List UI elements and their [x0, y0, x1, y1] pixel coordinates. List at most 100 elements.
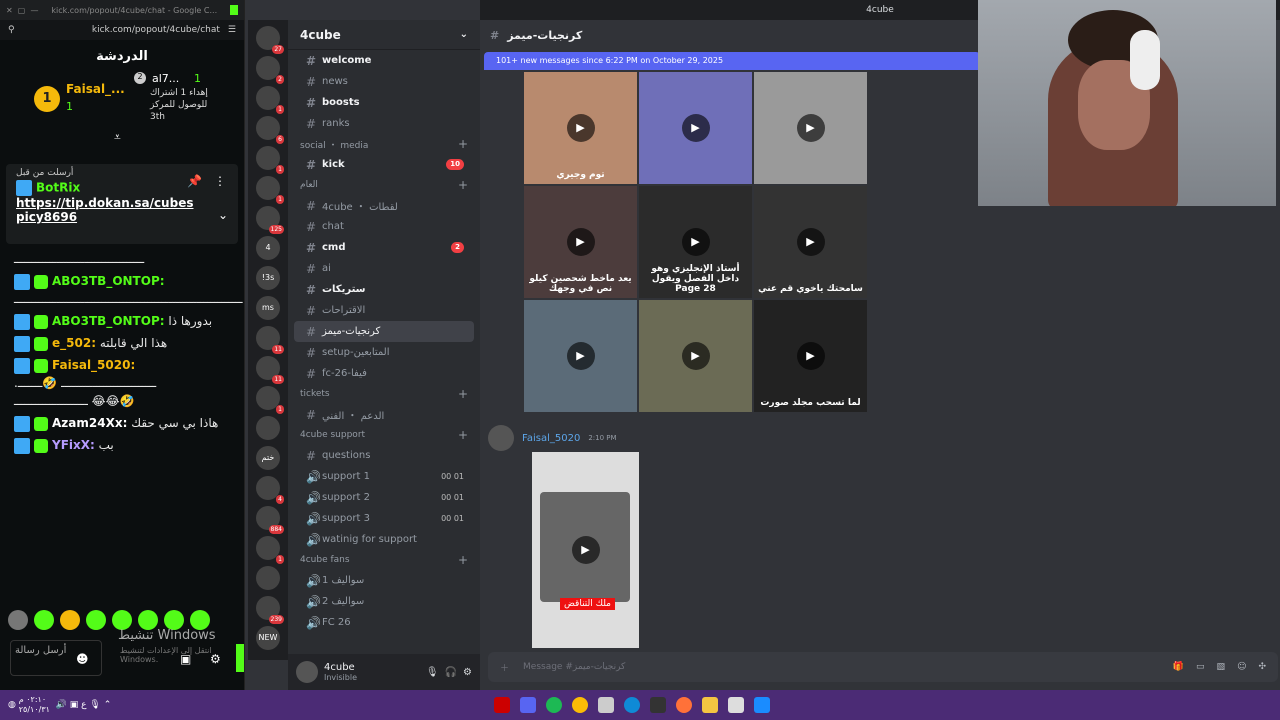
channel-category[interactable]: العام +	[288, 175, 480, 195]
channel-category[interactable]: 4cube fans +	[288, 550, 480, 570]
emoji-icon[interactable]: ☺	[1237, 662, 1246, 672]
address-bar[interactable]: ⚲ kick.com/popout/4cube/chat ☰	[0, 20, 244, 40]
text-channel[interactable]: # boosts	[294, 92, 474, 113]
text-channel[interactable]: # setup-المتابعين	[294, 342, 474, 363]
emote-icon[interactable]	[112, 610, 132, 630]
chat-username[interactable]: ABO3TB_ONTOP:	[52, 314, 165, 328]
chat-username[interactable]: YFixX:	[52, 438, 95, 452]
emote-icon[interactable]	[164, 610, 184, 630]
add-channel-icon[interactable]: +	[458, 387, 468, 401]
text-channel[interactable]: #4cube ・ لقطات	[294, 195, 474, 216]
avatar[interactable]	[296, 661, 318, 683]
voice-channel[interactable]: 🔊 watinig for support	[294, 529, 474, 550]
spotify-app-icon[interactable]	[546, 697, 562, 713]
play-icon[interactable]: ▶	[566, 228, 595, 256]
author-name[interactable]: Faisal_5020	[522, 433, 580, 444]
emote-icon[interactable]	[60, 610, 80, 630]
discord-app-icon[interactable]	[520, 697, 536, 713]
close-window-icon[interactable]: ✕	[6, 6, 13, 15]
play-icon[interactable]: ▶	[796, 342, 825, 370]
app-icon[interactable]	[598, 697, 614, 713]
server-icon[interactable]: 125	[256, 206, 284, 234]
play-icon[interactable]: ▶	[796, 114, 825, 142]
emoji-icon[interactable]: ☻	[76, 652, 89, 666]
text-channel[interactable]: # kick 10	[294, 154, 474, 175]
text-channel[interactable]: # cmd 2	[294, 237, 474, 258]
text-channel[interactable]: # chat	[294, 216, 474, 237]
emote-icon[interactable]	[86, 610, 106, 630]
server-icon[interactable]: 1	[256, 146, 284, 174]
server-icon[interactable]: 1	[256, 176, 284, 204]
app-icon[interactable]	[494, 697, 510, 713]
minimize-icon[interactable]: —	[30, 6, 38, 15]
server-icon[interactable]: NEW	[256, 626, 280, 650]
play-icon[interactable]: ▶	[796, 228, 825, 256]
server-icon[interactable]: 239	[256, 596, 284, 624]
server-icon[interactable]	[256, 416, 280, 440]
text-channel[interactable]: # ranks	[294, 113, 474, 134]
server-icon[interactable]: 27	[256, 26, 284, 54]
play-icon[interactable]: ▶	[566, 342, 595, 370]
app-icon[interactable]	[650, 697, 666, 713]
video-tile[interactable]: ▶	[754, 72, 867, 184]
server-icon[interactable]	[256, 566, 280, 590]
play-icon[interactable]: ▶	[681, 342, 710, 370]
chat-username[interactable]: ABO3TB_ONTOP:	[52, 274, 165, 288]
gift-icon[interactable]: 🎁	[1173, 662, 1184, 672]
add-channel-icon[interactable]: +	[458, 137, 468, 151]
server-icon[interactable]: 6	[256, 116, 284, 144]
avatar[interactable]	[488, 425, 514, 451]
new-messages-bar[interactable]: 101+ new messages since 6:22 PM on Octob…	[484, 52, 980, 70]
video-tile[interactable]: ▶ أستاذ الإنجليزي وهو داخل الفصل ويقول Pa…	[639, 186, 752, 298]
text-channel[interactable]: # الاقتراحات	[294, 300, 474, 321]
server-header[interactable]: 4cube ⌄	[288, 20, 480, 50]
emote-icon[interactable]	[138, 610, 158, 630]
add-channel-icon[interactable]: +	[458, 178, 468, 192]
text-channel[interactable]: # كرنجيات-ميمز	[294, 321, 474, 342]
mic-icon[interactable]: 🎙	[89, 700, 100, 710]
server-icon[interactable]: 1	[256, 536, 284, 564]
voice-channel[interactable]: 🔊 سواليف 2	[294, 591, 474, 612]
sticker-icon[interactable]: ▧	[1217, 662, 1226, 672]
video-tile[interactable]: ▶	[524, 300, 637, 412]
voice-channel[interactable]: 🔊 support 2 00 01	[294, 487, 474, 508]
channel-category[interactable]: tickets +	[288, 384, 480, 404]
channel-category[interactable]: social ・ media +	[288, 134, 480, 154]
language-icon[interactable]: ع	[81, 700, 86, 710]
server-icon[interactable]: ختم	[256, 446, 280, 470]
gear-icon[interactable]: ⚙	[463, 667, 472, 678]
explorer-app-icon[interactable]	[702, 697, 718, 713]
collapse-icon[interactable]: ⩡	[114, 130, 121, 145]
notification-icon[interactable]: ◍	[8, 700, 16, 710]
chrome-app-icon[interactable]	[572, 697, 588, 713]
server-icon[interactable]: ms	[256, 296, 280, 320]
chat-username[interactable]: Azam24Xx:	[52, 416, 127, 430]
server-icon[interactable]: 2	[256, 56, 284, 84]
pinned-link[interactable]: https://tip.dokan.sa/cubespicy8696	[16, 196, 201, 224]
voice-channel[interactable]: 🔊 support 1 00 01	[294, 466, 474, 487]
message-composer[interactable]: ＋ Message #كرنجيات-ميمز 🎁 ▭ ▧ ☺ ✣	[488, 652, 1278, 682]
server-icon[interactable]: 884	[256, 506, 284, 534]
text-channel[interactable]: # ai	[294, 258, 474, 279]
server-icon[interactable]: !3s	[256, 266, 280, 290]
plus-icon[interactable]: ＋	[500, 661, 509, 674]
emote-icon[interactable]	[34, 610, 54, 630]
play-icon[interactable]: ▶	[571, 536, 600, 564]
extension-icon[interactable]	[230, 5, 238, 15]
pinned-user[interactable]: BotRix	[36, 181, 80, 195]
video-tile[interactable]: ▶	[639, 72, 752, 184]
edge-app-icon[interactable]	[624, 697, 640, 713]
server-icon[interactable]: 1	[256, 86, 284, 114]
volume-icon[interactable]: 🔊	[56, 700, 67, 710]
network-icon[interactable]: ▣	[70, 700, 79, 710]
text-channel[interactable]: # ستريكات	[294, 279, 474, 300]
chat-username[interactable]: e_502:	[52, 336, 96, 350]
channel-category[interactable]: 4cube support +	[288, 425, 480, 445]
headphones-icon[interactable]: 🎧	[445, 667, 457, 678]
server-icon[interactable]: 11	[256, 356, 284, 384]
add-channel-icon[interactable]: +	[458, 428, 468, 442]
server-icon[interactable]: 11	[256, 326, 284, 354]
start-icon[interactable]	[754, 697, 770, 713]
video-tile[interactable]: ▶	[639, 300, 752, 412]
chat-username[interactable]: Faisal_5020:	[52, 358, 135, 372]
